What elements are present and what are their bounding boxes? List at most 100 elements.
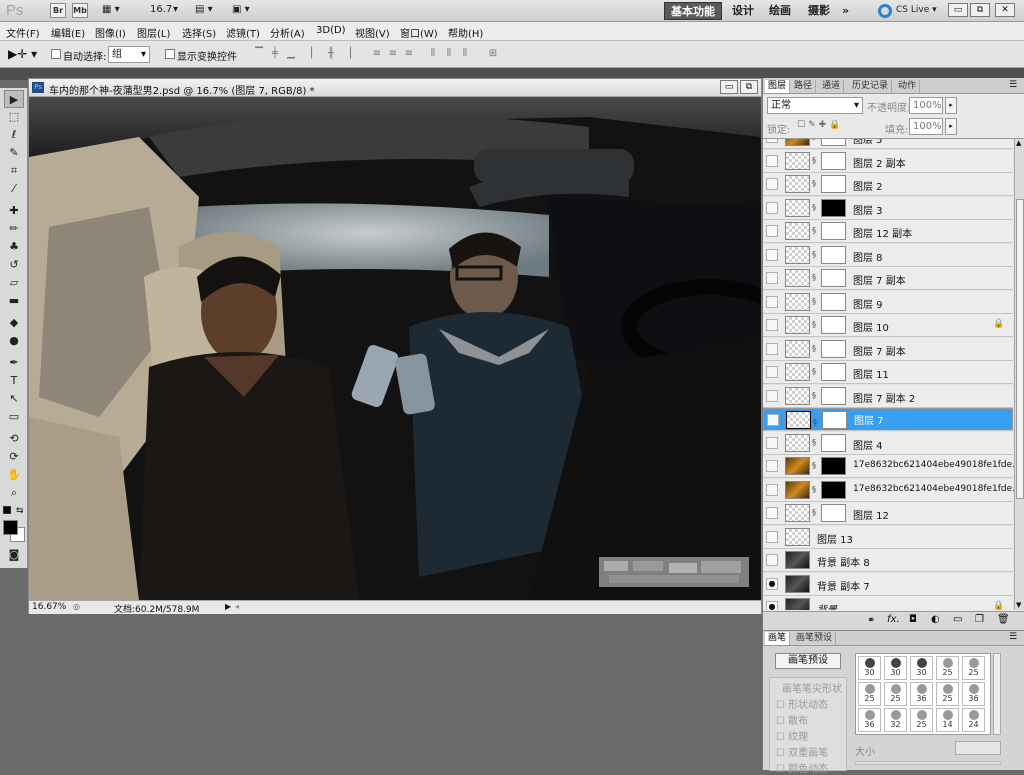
close-button[interactable]: ✕ <box>995 3 1015 17</box>
shape-tool-icon[interactable]: ▭ <box>4 408 24 426</box>
doc-restore-button[interactable]: ⧉ <box>740 80 758 94</box>
path-selection-tool-icon[interactable]: ↖ <box>4 390 24 408</box>
layer-row[interactable]: § 17e8632bc621404ebe49018fe1fde... <box>763 455 1021 478</box>
tab-actions[interactable]: 动作 <box>895 80 921 93</box>
mask-link-icon[interactable]: § <box>813 415 817 430</box>
quick-mask-icon[interactable]: ◙ <box>4 546 24 564</box>
layer-thumbnail[interactable] <box>785 598 810 610</box>
menu-filter[interactable]: 滤镜(T) <box>226 25 260 40</box>
brush-tip-cell[interactable]: 30 <box>884 656 907 680</box>
menu-3d[interactable]: 3D(D) <box>316 25 346 36</box>
visibility-toggle[interactable] <box>766 295 778 308</box>
visibility-toggle[interactable] <box>766 436 778 449</box>
visibility-toggle[interactable] <box>766 154 778 167</box>
visibility-eye-icon[interactable]: ● <box>766 601 778 610</box>
layer-thumbnail[interactable] <box>785 139 810 146</box>
layer-row[interactable]: § 图层 4 <box>763 431 1013 455</box>
auto-select-dropdown[interactable]: 组 ▾ <box>108 46 150 63</box>
crop-tool-icon[interactable]: ⌗ <box>4 162 24 180</box>
brush-grid-scrollbar[interactable] <box>993 653 1001 735</box>
visibility-toggle[interactable] <box>766 389 778 402</box>
layer-mask-thumbnail[interactable] <box>822 411 847 429</box>
menu-select[interactable]: 选择(S) <box>182 25 216 40</box>
zoom-dropdown-icon[interactable]: ▾ <box>173 4 178 15</box>
scroll-thumb[interactable] <box>1016 199 1024 499</box>
visibility-toggle[interactable] <box>767 414 779 426</box>
gradient-tool-icon[interactable]: ▬ <box>4 292 24 310</box>
workspace-painting[interactable]: 绘画 <box>763 2 797 20</box>
align-top-icon[interactable]: ▔ <box>252 48 266 60</box>
visibility-toggle[interactable] <box>766 342 778 355</box>
distribute-hcenter-icon[interactable]: ⦀ <box>442 48 456 60</box>
brush-tip-cell[interactable]: 36 <box>962 682 985 706</box>
more-workspaces-button[interactable]: » <box>836 2 855 20</box>
layer-thumbnail[interactable] <box>785 339 810 358</box>
marquee-tool-icon[interactable]: ⬚ <box>4 108 24 126</box>
foreground-color-swatch[interactable] <box>3 520 18 535</box>
brush-tip-cell[interactable]: 30 <box>858 656 881 680</box>
swap-colors-icon[interactable]: ⇆ <box>16 506 24 516</box>
layer-mask-thumbnail[interactable] <box>821 339 846 358</box>
bridge-button[interactable]: Br <box>50 3 66 18</box>
visibility-toggle[interactable] <box>766 460 778 472</box>
layer-row[interactable]: ● 背景 🔒 <box>763 596 1013 610</box>
panel-menu-icon[interactable]: ☰ <box>1009 80 1017 90</box>
brush-tip-cell[interactable]: 36 <box>910 682 933 706</box>
document-tab[interactable]: Ps 车内的那个神-夜蒲型男2.psd @ 16.7% (图层 7, RGB/8… <box>29 79 761 97</box>
layer-mask-thumbnail[interactable] <box>821 175 846 193</box>
mask-link-icon[interactable]: § <box>812 273 816 282</box>
layer-mask-thumbnail[interactable] <box>821 480 846 499</box>
status-info-icon[interactable]: ◎ <box>73 602 80 611</box>
minimize-button[interactable]: ▭ <box>948 3 968 17</box>
layer-mask-thumbnail[interactable] <box>821 269 846 287</box>
mask-link-icon[interactable]: § <box>812 139 816 141</box>
new-group-icon[interactable]: ▭ <box>953 614 962 625</box>
texture-option[interactable]: ☐ 纹理 <box>776 728 808 743</box>
auto-select-checkbox[interactable] <box>51 49 61 59</box>
distribute-right-icon[interactable]: ⦀ <box>458 48 472 60</box>
layer-thumbnail[interactable] <box>785 574 810 593</box>
layer-thumbnail[interactable] <box>785 527 810 546</box>
move-tool-icon[interactable]: ▶ <box>4 90 24 108</box>
align-bottom-icon[interactable]: ▁ <box>284 48 298 60</box>
fill-slider-button[interactable]: ▸ <box>945 118 957 135</box>
menu-analysis[interactable]: 分析(A) <box>270 25 305 40</box>
opacity-field[interactable]: 100% <box>909 97 943 114</box>
brush-panel-menu-icon[interactable]: ☰ <box>1009 632 1017 642</box>
mask-link-icon[interactable]: § <box>812 367 816 376</box>
zoom-tool-icon[interactable]: ⌕ <box>4 484 24 502</box>
visibility-toggle[interactable] <box>766 139 778 143</box>
dual-brush-option[interactable]: ☐ 双重画笔 <box>776 744 828 759</box>
pen-tool-icon[interactable]: ✒ <box>4 354 24 372</box>
layer-thumbnail[interactable] <box>785 480 810 499</box>
visibility-toggle[interactable] <box>766 530 778 543</box>
mask-link-icon[interactable]: § <box>812 320 816 329</box>
image-canvas[interactable] <box>29 97 761 600</box>
layer-mask-thumbnail[interactable] <box>821 151 846 170</box>
visibility-toggle[interactable] <box>766 507 778 519</box>
layer-mask-thumbnail[interactable] <box>821 198 846 217</box>
quick-selection-tool-icon[interactable]: ✎ <box>4 144 24 162</box>
mini-bridge-button[interactable]: Mb <box>72 3 88 18</box>
layer-row[interactable]: § 图层 7 副本 2 <box>763 384 1013 408</box>
tab-layers[interactable]: 图层 <box>765 80 791 93</box>
brush-tip-cell[interactable]: 36 <box>858 708 881 732</box>
distribute-top-icon[interactable]: ≡ <box>370 48 384 60</box>
brush-tip-cell[interactable]: 25 <box>858 682 881 706</box>
scroll-up-icon[interactable]: ▲ <box>1016 139 1021 147</box>
layer-thumbnail[interactable] <box>785 245 810 264</box>
status-menu-arrow-icon[interactable]: ▶ <box>225 602 231 611</box>
add-mask-icon[interactable]: ◘ <box>909 614 917 625</box>
cs-live-icon[interactable] <box>878 4 892 18</box>
mask-link-icon[interactable]: § <box>812 156 816 165</box>
layer-thumbnail[interactable] <box>785 363 810 381</box>
layer-thumbnail[interactable] <box>785 504 810 522</box>
dodge-tool-icon[interactable]: ● <box>4 332 24 350</box>
3d-rotate-tool-icon[interactable]: ⟲ <box>4 430 24 448</box>
3d-orbit-tool-icon[interactable]: ⟳ <box>4 448 24 466</box>
fill-field[interactable]: 100% <box>909 118 943 135</box>
mask-link-icon[interactable]: § <box>812 485 816 494</box>
visibility-toggle[interactable] <box>766 272 778 284</box>
blur-tool-icon[interactable]: ◆ <box>4 314 24 332</box>
layer-mask-thumbnail[interactable] <box>821 316 846 334</box>
